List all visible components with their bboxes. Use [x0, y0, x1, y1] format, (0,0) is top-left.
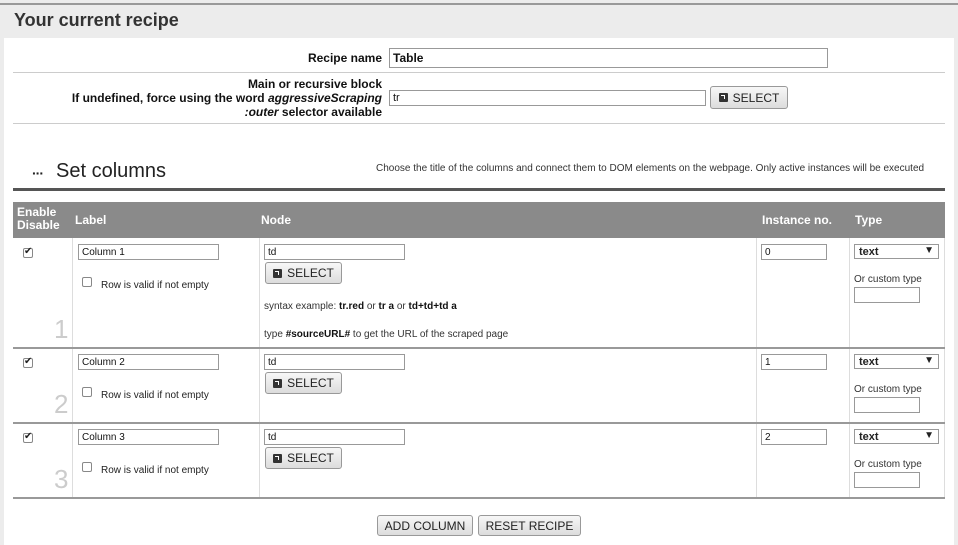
- custom-type-input[interactable]: [854, 397, 920, 413]
- column-label-input[interactable]: [78, 354, 219, 370]
- reset-recipe-button[interactable]: RESET RECIPE: [478, 515, 581, 536]
- keyword-aggressive: aggressiveScraping: [267, 91, 382, 105]
- node-select-button[interactable]: SELECT: [265, 262, 342, 284]
- custom-type-label: Or custom type: [854, 274, 922, 285]
- column-label-input[interactable]: [78, 429, 219, 445]
- node-input[interactable]: [264, 354, 405, 370]
- row-divider: [13, 347, 945, 349]
- collapse-dots-icon[interactable]: ···: [32, 165, 44, 181]
- th-label: Label: [75, 213, 107, 227]
- row-divider: [13, 422, 945, 424]
- th-node: Node: [261, 213, 291, 227]
- column-separator: [756, 238, 757, 497]
- valid-checkbox[interactable]: [82, 277, 92, 287]
- custom-type-input[interactable]: [854, 287, 920, 303]
- external-link-icon: [273, 378, 283, 388]
- set-columns-title: Set columns: [56, 160, 167, 182]
- keyword-outer: :outer: [244, 105, 279, 119]
- dropdown-arrow-icon: ▼: [924, 430, 934, 441]
- top-border: [0, 3, 958, 5]
- custom-type-input[interactable]: [854, 472, 920, 488]
- block-select-button[interactable]: SELECT: [710, 86, 788, 109]
- block-selector-input[interactable]: [389, 90, 706, 106]
- valid-label: Row is valid if not empty: [101, 280, 209, 291]
- node-input[interactable]: [264, 244, 405, 260]
- type-select[interactable]: text ▼: [854, 354, 939, 369]
- recipe-name-input[interactable]: [389, 48, 828, 68]
- block-label-line2: If undefined, force using the word aggre…: [71, 91, 382, 105]
- instance-input[interactable]: [761, 429, 827, 445]
- block-label: Main or recursive block If undefined, fo…: [40, 77, 382, 119]
- row-number: 3: [54, 464, 69, 494]
- external-link-icon: [273, 268, 283, 278]
- enable-checkbox[interactable]: [23, 246, 33, 258]
- instance-input[interactable]: [761, 244, 827, 260]
- source-url-hint: type #sourceURL# to get the URL of the s…: [264, 329, 509, 340]
- table-header: Enable Disable Label Node Instance no. T…: [13, 202, 945, 238]
- column-separator: [259, 238, 260, 497]
- custom-type-label: Or custom type: [854, 459, 922, 470]
- custom-type-label: Or custom type: [854, 384, 922, 395]
- valid-checkbox[interactable]: [82, 462, 92, 472]
- valid-checkbox[interactable]: [82, 387, 92, 397]
- add-column-button[interactable]: ADD COLUMN: [377, 515, 473, 536]
- column-separator: [944, 238, 945, 497]
- recipe-name-label: Recipe name: [307, 51, 382, 65]
- dropdown-arrow-icon: ▼: [924, 355, 934, 366]
- section-rule: [13, 188, 945, 191]
- valid-label: Row is valid if not empty: [101, 390, 209, 401]
- node-select-button[interactable]: SELECT: [265, 372, 342, 394]
- divider: [13, 72, 945, 73]
- divider: [13, 123, 945, 124]
- th-instance: Instance no.: [762, 213, 833, 227]
- column-label-input[interactable]: [78, 244, 219, 260]
- node-select-button[interactable]: SELECT: [265, 447, 342, 469]
- page-title: Your current recipe: [14, 10, 179, 30]
- type-select[interactable]: text ▼: [854, 244, 939, 259]
- valid-label: Row is valid if not empty: [101, 465, 209, 476]
- enable-checkbox[interactable]: [23, 356, 33, 368]
- node-input[interactable]: [264, 429, 405, 445]
- enable-checkbox[interactable]: [23, 431, 33, 443]
- th-enable: Enable Disable: [17, 205, 60, 232]
- type-select[interactable]: text ▼: [854, 429, 939, 444]
- block-label-line1: Main or recursive block: [247, 77, 382, 91]
- set-columns-description: Choose the title of the columns and conn…: [376, 163, 925, 174]
- instance-input[interactable]: [761, 354, 827, 370]
- th-type: Type: [855, 213, 883, 227]
- row-divider: [13, 497, 945, 499]
- column-separator: [849, 238, 850, 497]
- row-number: 2: [54, 389, 69, 419]
- syntax-example: syntax example: tr.red or tr a or td+td+…: [264, 301, 457, 312]
- row-number: 1: [54, 314, 69, 344]
- external-link-icon: [273, 453, 283, 463]
- external-link-icon: [718, 93, 728, 102]
- column-separator: [72, 238, 73, 497]
- block-label-line3: :outer selector available: [244, 105, 382, 119]
- dropdown-arrow-icon: ▼: [924, 245, 934, 256]
